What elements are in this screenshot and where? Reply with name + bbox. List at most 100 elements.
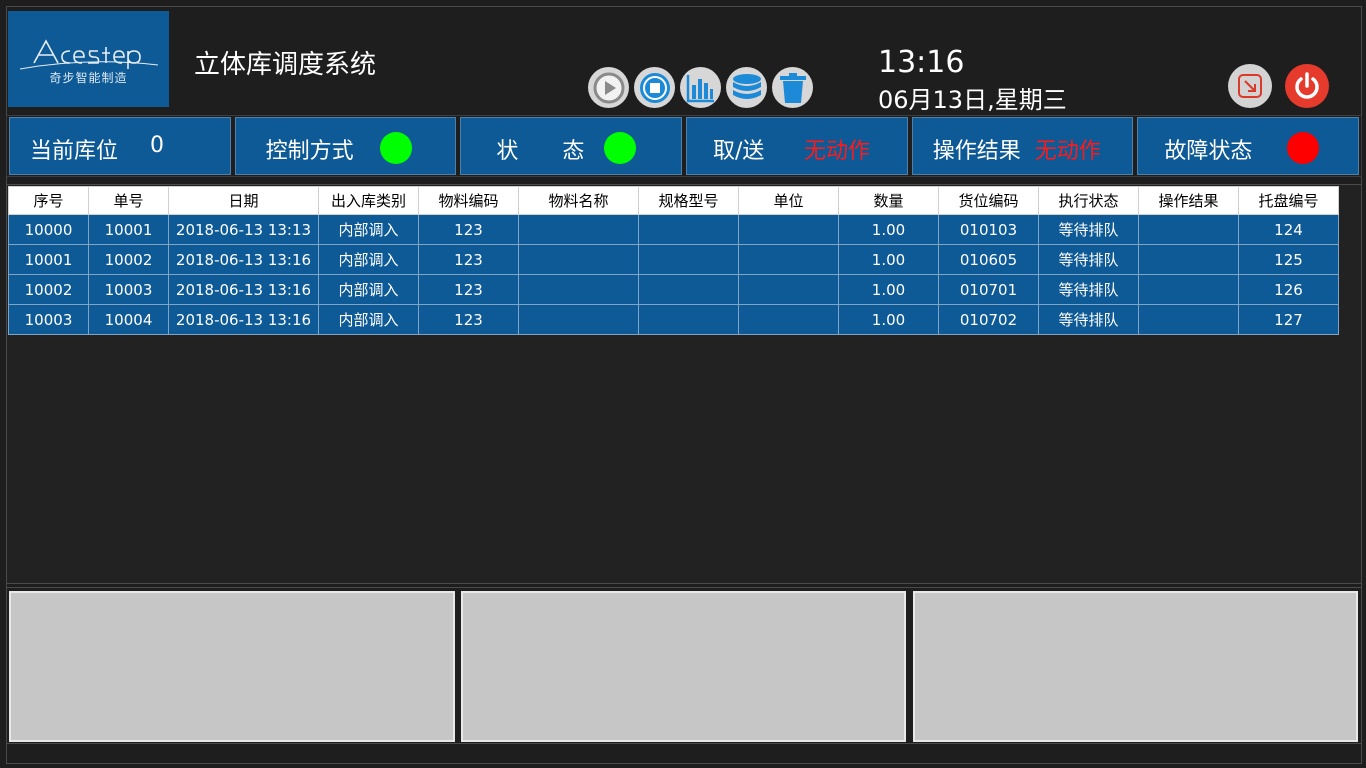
- column-header[interactable]: 执行状态: [1038, 186, 1139, 215]
- table-cell: 10001: [88, 214, 169, 245]
- operation-result-label: 操作结果: [932, 139, 1021, 164]
- table-row[interactable]: 10000 10001 2018-06-13 13:13 内部调入 123 1.00 010…: [8, 214, 1339, 245]
- power-button[interactable]: [1285, 64, 1329, 108]
- table-cell: 010701: [938, 274, 1039, 305]
- table-cell: 内部调入: [318, 274, 419, 305]
- table-cell: 123: [418, 244, 519, 275]
- column-header[interactable]: 单号: [88, 186, 169, 215]
- column-header[interactable]: 规格型号: [638, 186, 739, 215]
- clock-date: 06月13日,星期三: [878, 86, 1067, 114]
- table-cell: 1.00: [838, 304, 939, 335]
- table-cell: 2018-06-13 13:16: [168, 274, 319, 305]
- table-cell: 等待排队: [1038, 214, 1139, 245]
- power-icon: [1295, 72, 1319, 99]
- clock-time: 13:16: [878, 45, 965, 80]
- table-row[interactable]: 10001 10002 2018-06-13 13:16 内部调入 123 1.00 010…: [8, 244, 1339, 275]
- table-cell: 等待排队: [1038, 304, 1139, 335]
- state-indicator: [604, 132, 637, 164]
- table-cell: [738, 244, 839, 275]
- column-header[interactable]: 物料编码: [418, 186, 519, 215]
- table-row[interactable]: 10002 10003 2018-06-13 13:16 内部调入 123 1.00 010…: [8, 274, 1339, 305]
- column-header[interactable]: 序号: [8, 186, 89, 215]
- column-header[interactable]: 数量: [838, 186, 939, 215]
- table-cell: 124: [1238, 214, 1339, 245]
- table-cell: [1138, 244, 1239, 275]
- fetch-send-value: 无动作: [804, 139, 871, 164]
- current-location-panel: 当前库位 0: [9, 117, 231, 175]
- table-cell: 10000: [8, 214, 89, 245]
- table-cell: 010103: [938, 214, 1039, 245]
- table-cell: [738, 304, 839, 335]
- table-cell: 123: [418, 304, 519, 335]
- company-logo: 奇步智能制造: [8, 11, 169, 107]
- bottom-panel-right: [913, 591, 1358, 742]
- table-cell: 10002: [88, 244, 169, 275]
- operation-result-panel: 操作结果 无动作: [911, 117, 1134, 175]
- table-cell: 2018-06-13 13:16: [168, 244, 319, 275]
- database-icon: [732, 73, 761, 99]
- table-cell: 2018-06-13 13:13: [168, 214, 319, 245]
- table-cell: 2018-06-13 13:16: [168, 304, 319, 335]
- operation-result-value: 无动作: [1034, 139, 1101, 164]
- fetch-send-panel: 取/送 无动作: [686, 117, 908, 175]
- statistics-button[interactable]: [680, 67, 721, 108]
- table-cell: 1.00: [838, 274, 939, 305]
- table-cell: [518, 274, 639, 305]
- bottom-panel-left: [9, 591, 455, 742]
- table-cell: [638, 214, 739, 245]
- start-button[interactable]: [588, 67, 629, 108]
- table-cell: [518, 244, 639, 275]
- stop-button[interactable]: [634, 67, 675, 108]
- trash-icon: [779, 72, 806, 103]
- app-title: 立体库调度系统: [194, 50, 377, 80]
- column-header[interactable]: 托盘编号: [1238, 186, 1339, 215]
- start-icon: [593, 72, 624, 103]
- minimize-icon: [1238, 74, 1262, 98]
- column-header[interactable]: 出入库类别: [318, 186, 419, 215]
- table-cell: 10002: [8, 274, 89, 305]
- table-cell: 1.00: [838, 244, 939, 275]
- control-mode-indicator: [379, 132, 412, 164]
- task-table: 序号 单号 日期 出入库类别 物料编码 物料名称 规格型号 单位 数量 货位编码 执行状态 操作结果托…: [8, 186, 1339, 335]
- table-cell: [1138, 304, 1239, 335]
- table-cell: [1138, 214, 1239, 245]
- bottom-panel-center: [461, 591, 906, 742]
- table-header-row: 序号 单号 日期 出入库类别 物料编码 物料名称 规格型号 单位 数量 货位编码 执行状态 操作结果托…: [8, 186, 1339, 215]
- table-cell: 123: [418, 214, 519, 245]
- delete-button[interactable]: [772, 67, 813, 108]
- table-cell: 127: [1238, 304, 1339, 335]
- table-cell: [638, 274, 739, 305]
- chart-icon: [686, 74, 714, 102]
- table-cell: 123: [418, 274, 519, 305]
- bottom-panels: [6, 587, 1362, 744]
- state-panel: 状 态: [460, 117, 683, 175]
- state-label: 状 态: [496, 139, 585, 164]
- table-cell: [518, 304, 639, 335]
- column-header[interactable]: 日期: [168, 186, 319, 215]
- table-cell: [1138, 274, 1239, 305]
- fetch-send-label: 取/送: [713, 139, 765, 164]
- database-button[interactable]: [726, 67, 767, 108]
- table-cell: 等待排队: [1038, 244, 1139, 275]
- column-header[interactable]: 物料名称: [518, 186, 639, 215]
- table-cell: 内部调入: [318, 304, 419, 335]
- table-row[interactable]: 10003 10004 2018-06-13 13:16 内部调入 123 1.00 010…: [8, 304, 1339, 335]
- current-location-value: 0: [150, 133, 164, 158]
- toolbar: [588, 67, 813, 109]
- task-table-area: 序号 单号 日期 出入库类别 物料编码 物料名称 规格型号 单位 数量 货位编码 执行状态 操作结果托…: [6, 184, 1362, 584]
- table-cell: 010605: [938, 244, 1039, 275]
- fault-status-indicator: [1287, 132, 1320, 164]
- column-header[interactable]: 操作结果: [1138, 186, 1239, 215]
- logo-tagline: 奇步智能制造: [49, 71, 128, 85]
- table-cell: 10003: [88, 274, 169, 305]
- minimize-button[interactable]: [1228, 64, 1272, 108]
- table-cell: 126: [1238, 274, 1339, 305]
- column-header[interactable]: 单位: [738, 186, 839, 215]
- table-cell: 10003: [8, 304, 89, 335]
- current-location-label: 当前库位: [30, 139, 119, 164]
- table-cell: [518, 214, 639, 245]
- stop-icon: [639, 72, 670, 103]
- control-mode-panel: 控制方式: [234, 117, 457, 175]
- column-header[interactable]: 货位编码: [938, 186, 1039, 215]
- table-cell: 1.00: [838, 214, 939, 245]
